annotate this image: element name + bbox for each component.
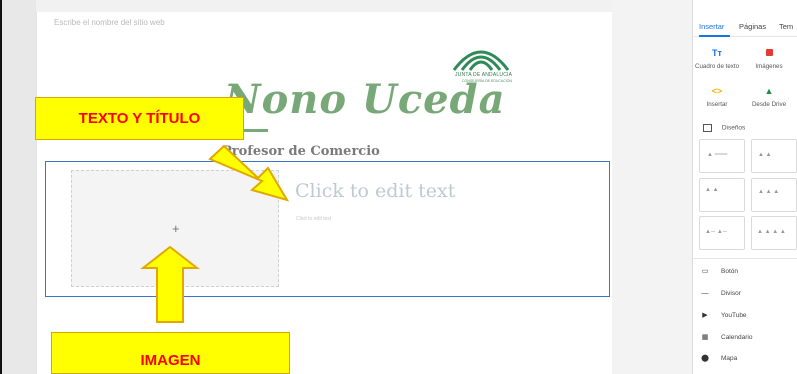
component-label: Botón: [721, 267, 738, 275]
layout-option-4[interactable]: ▲ ▲ ▲: [751, 178, 797, 212]
canvas-gutter: [612, 0, 692, 374]
tool-desde-drive[interactable]: ▲ Desde Drive: [745, 86, 793, 108]
tool-label: Insertar: [706, 101, 728, 108]
tool-cuadro-de-texto[interactable]: Tт Cuadro de texto: [693, 48, 741, 70]
callout-imagen: IMAGEN: [51, 332, 290, 374]
tool-imagenes[interactable]: Imágenes: [745, 48, 793, 70]
callout-texto-titulo: TEXTO Y TÍTULO: [35, 97, 244, 140]
component-label: Mapa: [721, 354, 738, 362]
embed-icon: <>: [711, 86, 723, 96]
header-subtitle[interactable]: Profesor de Comercio: [222, 144, 380, 159]
layout-option-2[interactable]: ▲ ▲: [751, 139, 797, 173]
layouts-label: Diseños: [721, 124, 746, 132]
drive-icon: ▲: [764, 86, 774, 96]
youtube-icon: ▶: [702, 312, 708, 319]
divider-icon: —: [701, 290, 709, 297]
tool-insertar[interactable]: <> Insertar: [693, 86, 741, 108]
component-divisor[interactable]: — Divisor: [699, 290, 741, 297]
layout-option-3[interactable]: ▲ ▲: [699, 178, 745, 212]
text-box-heading[interactable]: Click to edit text: [295, 180, 455, 202]
left-margin-panel: [0, 0, 36, 374]
right-sidebar: Insertar Páginas Tem Tт Cuadro de texto …: [692, 0, 797, 374]
layout-option-5[interactable]: ▲─ ▲─: [699, 216, 745, 250]
component-youtube[interactable]: ▶ YouTube: [699, 311, 747, 320]
component-label: Calendario: [721, 333, 753, 341]
sidebar-tabs: Insertar Páginas Tem: [693, 14, 797, 37]
text-box-body[interactable]: Click to edit text: [296, 216, 331, 222]
layout-option-6[interactable]: ▲ ▲ ▲ ▲: [751, 216, 797, 250]
component-mapa[interactable]: ⬤ Mapa: [699, 354, 738, 363]
component-label: Divisor: [721, 290, 741, 297]
layouts-header: Diseños: [703, 124, 745, 132]
component-boton[interactable]: ▭ Botón: [699, 267, 738, 276]
sidebar-divider: [693, 258, 797, 259]
map-icon: ⬤: [701, 355, 709, 362]
button-icon: ▭: [701, 268, 709, 275]
editor-top-strip: [36, 0, 612, 12]
tool-label: Imágenes: [755, 63, 783, 70]
tab-insertar[interactable]: Insertar: [699, 22, 724, 31]
layouts-icon: [703, 124, 712, 132]
image-icon: [745, 48, 793, 57]
calendar-icon: ▦: [701, 334, 709, 341]
tool-label: Desde Drive: [751, 101, 787, 108]
active-tab-indicator: [699, 35, 730, 37]
tab-temas[interactable]: Tem: [779, 22, 793, 31]
add-image-icon[interactable]: +: [172, 221, 180, 236]
header-title[interactable]: Nono Uceda: [224, 76, 506, 123]
tool-label: Cuadro de texto: [694, 63, 740, 70]
site-name-input[interactable]: Escribe el nombre del sitio web: [54, 18, 165, 27]
text-box-icon: Tт: [712, 48, 722, 58]
tab-paginas[interactable]: Páginas: [739, 22, 766, 31]
layout-option-1[interactable]: ▲ ═══: [699, 139, 745, 173]
component-label: YouTube: [721, 311, 747, 319]
component-calendario[interactable]: ▦ Calendario: [699, 333, 753, 342]
